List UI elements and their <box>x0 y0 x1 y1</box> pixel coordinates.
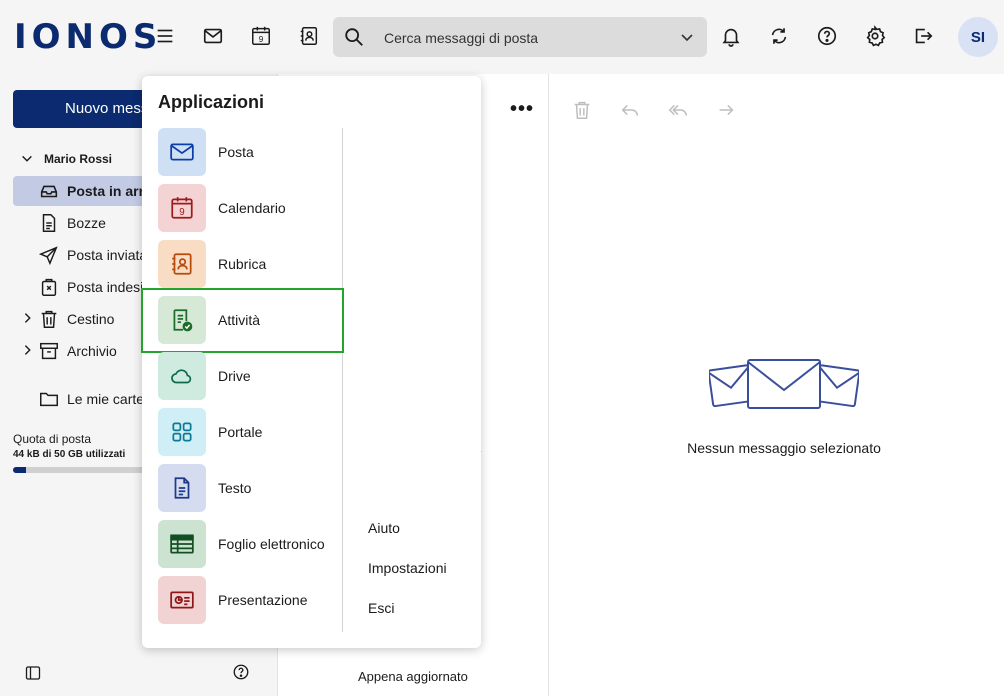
app-label: Testo <box>218 480 252 496</box>
sidebar-item-label: Cestino <box>67 311 115 327</box>
app-tile <box>158 520 206 568</box>
trash-icon[interactable] <box>571 99 593 121</box>
app-portale[interactable]: Portale <box>158 408 348 456</box>
calendar-icon: 9 <box>171 197 193 219</box>
contacts-icon <box>172 253 192 275</box>
app-label: Calendario <box>218 200 286 216</box>
sidebar-item-label: Posta inviata <box>67 247 148 263</box>
app-tile: 9 <box>158 184 206 232</box>
apps-menu: Applicazioni Posta 9 Calendario Rubrica … <box>141 76 481 648</box>
empty-state-text: Nessun messaggio selezionato <box>687 440 881 456</box>
app-posta[interactable]: Posta <box>158 128 348 176</box>
bell-icon[interactable] <box>717 22 745 50</box>
account-toggle[interactable]: Mario Rossi <box>20 152 112 166</box>
apps-menu-title: Applicazioni <box>158 92 265 112</box>
logout-icon[interactable] <box>909 22 937 50</box>
app-rubrica[interactable]: Rubrica <box>158 240 348 288</box>
presentation-icon <box>170 591 194 609</box>
help-icon[interactable] <box>813 22 841 50</box>
envelopes-illustration <box>709 359 859 409</box>
cloud-icon <box>171 369 192 384</box>
reply-all-icon[interactable] <box>667 99 689 121</box>
app-label: Foglio elettronico <box>218 536 325 552</box>
account-name: Mario Rossi <box>44 152 113 166</box>
app-tile <box>158 240 206 288</box>
app-label: Drive <box>218 368 251 384</box>
mail-icon[interactable] <box>199 22 227 50</box>
svg-text:9: 9 <box>259 35 264 44</box>
app-tile <box>158 576 206 624</box>
trash-icon <box>41 310 57 328</box>
draft-icon <box>42 214 56 232</box>
app-drive[interactable]: Drive <box>158 352 348 400</box>
app-tile <box>158 408 206 456</box>
gear-icon[interactable] <box>861 22 889 50</box>
archive-icon <box>40 342 58 360</box>
logout-link[interactable]: Esci <box>368 600 394 616</box>
search-input[interactable]: Cerca messaggi di posta <box>333 17 707 57</box>
sidebar-item-label: Bozze <box>67 215 106 231</box>
folder-icon <box>40 392 58 407</box>
grid-icon <box>172 422 192 442</box>
chevron-down-icon <box>22 155 32 162</box>
app-label: Posta <box>218 144 254 160</box>
forward-icon[interactable] <box>715 99 737 121</box>
send-icon <box>38 246 58 266</box>
chevron-right-icon[interactable] <box>21 311 35 325</box>
help-icon[interactable] <box>232 663 250 681</box>
app-testo[interactable]: Testo <box>158 464 348 512</box>
menu-icon[interactable] <box>151 22 179 50</box>
app-tile <box>158 352 206 400</box>
spreadsheet-icon <box>170 534 194 554</box>
ionos-logo[interactable]: IONOS <box>14 18 162 56</box>
quota-fill <box>13 467 26 473</box>
reading-pane: Nessun messaggio selezionato <box>549 74 1004 696</box>
sidebar-toggle-icon[interactable] <box>25 665 41 681</box>
app-label: Portale <box>218 424 263 440</box>
app-presentazione[interactable]: Presentazione <box>158 576 348 624</box>
last-updated-status: Appena aggiornato <box>358 669 468 684</box>
quota-title: Quota di posta <box>13 432 92 446</box>
calendar-icon[interactable]: 9 <box>247 22 275 50</box>
mail-icon <box>170 143 194 161</box>
app-label: Rubrica <box>218 256 267 272</box>
avatar[interactable]: SI <box>958 17 998 57</box>
app-label: Presentazione <box>218 592 308 608</box>
help-link[interactable]: Aiuto <box>368 520 400 536</box>
app-calendario[interactable]: 9 Calendario <box>158 184 348 232</box>
more-options-icon[interactable]: ••• <box>510 98 534 121</box>
document-icon <box>174 477 190 499</box>
sidebar-item-label: Archivio <box>67 343 117 359</box>
svg-text:9: 9 <box>179 207 184 218</box>
selected-app-highlight <box>141 288 344 353</box>
app-tile <box>158 464 206 512</box>
contacts-icon[interactable] <box>295 22 323 50</box>
inbox-icon <box>40 185 58 198</box>
top-bar: IONOS 9 Cerca messaggi di posta SI <box>0 0 1004 74</box>
search-icon <box>345 28 363 46</box>
app-foglio-elettronico[interactable]: Foglio elettronico <box>158 520 348 568</box>
settings-link[interactable]: Impostazioni <box>368 560 447 576</box>
quota-value: 44 kB di 50 GB utilizzati <box>13 449 126 460</box>
chevron-down-icon[interactable] <box>679 29 695 45</box>
refresh-icon[interactable] <box>765 22 793 50</box>
spam-icon <box>41 278 57 296</box>
quota-bar <box>13 467 153 473</box>
reading-toolbar <box>571 99 737 121</box>
chevron-right-icon[interactable] <box>21 343 35 357</box>
search-placeholder: Cerca messaggi di posta <box>384 30 539 46</box>
app-tile <box>158 128 206 176</box>
reply-icon[interactable] <box>619 99 641 121</box>
